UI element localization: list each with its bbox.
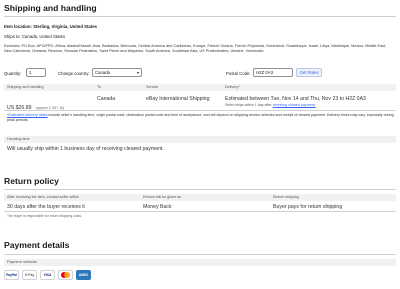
return-note: The buyer is responsible for return ship… [7, 214, 83, 218]
estimate-note-text: include seller's handling time, origin p… [7, 113, 394, 122]
google-pay-icon: G Pay [22, 270, 37, 280]
divider [4, 254, 396, 255]
country-select[interactable]: Canada ▾ [92, 68, 142, 77]
payment-methods-header-band [4, 259, 396, 266]
col-header-return-shipping: Return shipping [273, 195, 299, 199]
ships-to-label: Ships to: [4, 34, 21, 39]
return-window: 30 days after the buyer receives it [7, 204, 85, 210]
excluded-regions: Excludes: PO Box, APO/FPO, Africa, Alask… [4, 44, 387, 54]
postal-code-input[interactable]: H2Z 0A3 [253, 68, 293, 77]
col-header-contact-within: After receiving the item, contact seller… [7, 195, 79, 199]
divider [4, 16, 396, 17]
shipping-to: Canada [97, 96, 116, 102]
handling-time-header: Handling time [7, 137, 30, 141]
paypal-icon: PayPal [4, 270, 19, 280]
payment-methods-header: Payment methods [7, 260, 37, 264]
country-label: Change country: [58, 71, 90, 76]
col-header-to: To [97, 85, 101, 89]
amex-icon: AMEX [76, 270, 91, 280]
shipping-title: Shipping and handling [4, 3, 97, 13]
ships-to: Ships to: Canada, United States [4, 34, 65, 39]
refund-type: Money Back [143, 204, 172, 210]
shipping-cost: US $26.89 (approx C $37.16) [7, 96, 64, 114]
item-location: Item location: Sterling, Virginia, Unite… [4, 24, 98, 29]
country-select-value: Canada [95, 70, 111, 75]
visa-icon: VISA [40, 270, 55, 280]
ships-to-value: Canada, United States [21, 34, 66, 39]
handling-time-header-band [4, 136, 396, 143]
col-header-delivery: Delivery* [225, 85, 240, 89]
delivery-note-text: Seller ships within 1 day after [225, 103, 273, 107]
delivery-estimate: Estimated between Tue, Nov 14 and Thu, N… [225, 96, 366, 102]
cleared-payment-link[interactable]: receiving cleared payment. [273, 103, 316, 107]
postal-label: Postal Code: [226, 71, 251, 76]
divider [4, 211, 396, 212]
handling-time-text: Will usually ship within 1 business day … [7, 146, 164, 152]
payment-details-title: Payment details [4, 240, 70, 250]
col-header-shipping: Shipping and handling [7, 85, 44, 89]
col-header-refund: Refund will be given as [143, 195, 181, 199]
estimate-note: *Estimated delivery dates include seller… [7, 113, 395, 123]
shipping-table-header [4, 84, 396, 91]
col-header-service: Service [146, 85, 159, 89]
quantity-input[interactable]: 1 [26, 68, 46, 77]
return-policy-title: Return policy [4, 176, 59, 186]
delivery-note: Seller ships within 1 day after receivin… [225, 103, 316, 107]
return-shipping-payer: Buyer pays for return shipping [273, 204, 343, 210]
chevron-down-icon: ▾ [136, 70, 139, 75]
divider [4, 189, 396, 190]
quantity-label: Quantity: [4, 71, 22, 76]
divider [4, 110, 396, 111]
shipping-service: eBay International Shipping [146, 96, 210, 102]
get-rates-button[interactable]: Get Rates [296, 68, 322, 77]
estimated-delivery-dates-link[interactable]: *Estimated delivery dates [7, 113, 48, 117]
mastercard-icon [58, 270, 73, 280]
